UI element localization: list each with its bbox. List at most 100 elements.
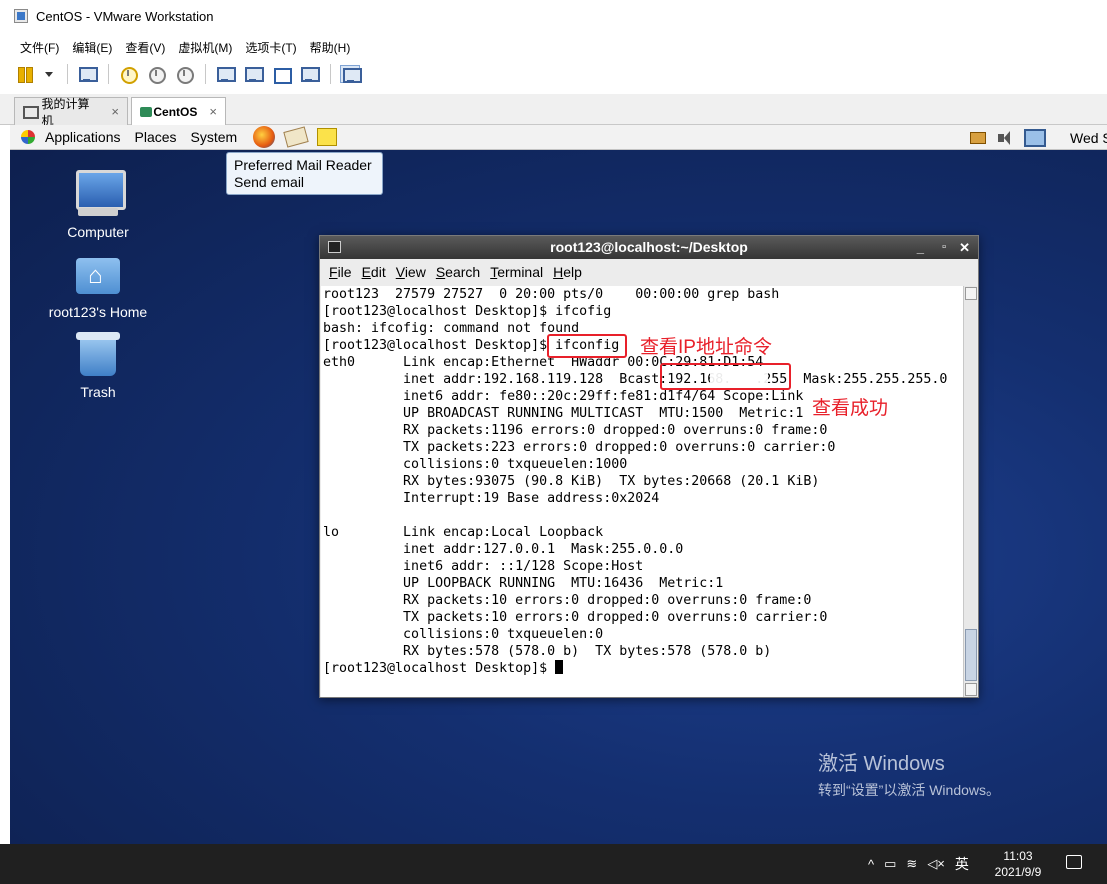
close-icon[interactable]: × xyxy=(111,104,119,119)
menu-tabs[interactable]: 选项卡(T) xyxy=(245,39,296,56)
windows-taskbar: ^ ▭ ≋ ◁× 英 11:03 2021/9/9 xyxy=(0,844,1107,884)
host-window-edge xyxy=(0,212,10,637)
chevron-up-icon[interactable]: ^ xyxy=(868,857,874,872)
menu-file[interactable]: 文件(F) xyxy=(20,39,59,56)
terminal-scrollbar[interactable] xyxy=(963,286,977,697)
close-icon[interactable]: × xyxy=(209,104,217,119)
vm-icon xyxy=(140,106,153,118)
ifconfig-highlight-box xyxy=(547,334,627,358)
menubar: 文件(F) 编辑(E) 查看(V) 虚拟机(M) 选项卡(T) 帮助(H) xyxy=(0,36,1107,58)
revert-snapshot-icon[interactable] xyxy=(146,65,166,84)
pause-icon[interactable] xyxy=(16,65,36,83)
terminal-text: root123 27579 27527 0 20:00 pts/0 00:00:… xyxy=(323,287,948,659)
menu-help[interactable]: 帮助(H) xyxy=(310,39,351,56)
home-folder-icon xyxy=(74,250,122,298)
clock-time: 11:03 xyxy=(1003,849,1033,863)
ime-indicator[interactable]: 英 xyxy=(955,854,969,874)
take-snapshot-icon[interactable] xyxy=(118,65,138,84)
trash-icon xyxy=(74,330,122,378)
guest-desktop[interactable]: Applications Places System Wed S Preferr… xyxy=(10,125,1107,844)
terminal-menubar: File Edit View Search Terminal Help xyxy=(320,259,978,285)
system-tray: ^ ▭ ≋ ◁× 英 xyxy=(868,854,979,874)
terminal-titlebar[interactable]: root123@localhost:~/Desktop _ ▫ ✕ xyxy=(320,236,978,259)
scroll-up-icon[interactable] xyxy=(965,287,977,300)
desktop-icon-trash[interactable]: Trash xyxy=(43,330,153,400)
tab-centos[interactable]: CentOS × xyxy=(131,97,226,125)
wifi-icon[interactable]: ≋ xyxy=(906,856,917,872)
thumbnail-bar-icon[interactable] xyxy=(243,65,264,83)
desktop-icon-home[interactable]: root123's Home xyxy=(43,250,153,320)
toolbar xyxy=(0,60,1107,88)
vm-tabstrip: 我的计算机 × CentOS × xyxy=(0,94,1107,128)
terminal-prompt: [root123@localhost Desktop]$ xyxy=(323,661,556,676)
snapshot-manager-icon[interactable] xyxy=(174,65,194,84)
desktop-icon-label: Computer xyxy=(67,224,129,240)
launcher-tooltip: Preferred Mail Reader Send email xyxy=(226,152,383,195)
volume-icon[interactable] xyxy=(996,129,1016,147)
terminal-menu-edit[interactable]: Edit xyxy=(362,264,386,280)
unity-icon[interactable] xyxy=(299,65,320,83)
gnome-top-panel: Applications Places System Wed S xyxy=(10,125,1107,150)
tab-label: 我的计算机 xyxy=(41,96,90,128)
console-view-icon[interactable] xyxy=(340,65,362,83)
desktop-icon-computer[interactable]: Computer xyxy=(43,170,153,240)
toolbar-divider xyxy=(330,64,331,84)
vmware-logo-icon xyxy=(14,9,28,23)
terminal-icon xyxy=(328,241,341,253)
scroll-down-icon[interactable] xyxy=(965,683,977,696)
show-library-icon[interactable] xyxy=(215,65,236,83)
menu-system[interactable]: System xyxy=(191,129,238,145)
watermark-subtitle: 转到“设置”以激活 Windows。 xyxy=(818,782,1001,798)
minimize-icon[interactable]: _ xyxy=(917,236,924,259)
menu-vm[interactable]: 虚拟机(M) xyxy=(178,39,232,56)
maximize-icon[interactable]: ▫ xyxy=(942,236,946,259)
notification-icon[interactable] xyxy=(1066,855,1082,869)
battery-icon[interactable]: ▭ xyxy=(884,856,896,872)
menu-edit[interactable]: 编辑(E) xyxy=(72,39,112,56)
full-screen-icon[interactable] xyxy=(271,65,292,84)
display-icon[interactable] xyxy=(1024,128,1046,147)
menu-applications[interactable]: Applications xyxy=(45,129,121,145)
taskbar-clock[interactable]: 11:03 2021/9/9 xyxy=(990,848,1046,880)
terminal-cursor xyxy=(555,660,564,674)
toolbar-divider xyxy=(205,64,206,84)
scroll-thumb[interactable] xyxy=(965,629,977,681)
panel-clock[interactable]: Wed S xyxy=(1070,130,1107,146)
toolbar-divider xyxy=(67,64,68,84)
firefox-icon[interactable] xyxy=(253,126,276,148)
terminal-menu-view[interactable]: View xyxy=(396,264,426,280)
tooltip-title: Preferred Mail Reader xyxy=(234,157,372,173)
activate-windows-watermark: 激活 Windows 转到“设置”以激活 Windows。 xyxy=(818,747,1000,800)
network-icon[interactable] xyxy=(968,129,988,147)
gnome-foot-icon xyxy=(18,128,38,146)
terminal-menu-search[interactable]: Search xyxy=(436,264,480,280)
host-window-edge xyxy=(0,700,10,844)
window-titlebar: CentOS - VMware Workstation xyxy=(0,0,1107,32)
bcast-highlight-box xyxy=(660,363,791,390)
speaker-muted-icon[interactable]: ◁× xyxy=(927,856,945,872)
tab-my-computer[interactable]: 我的计算机 × xyxy=(14,97,128,128)
desktop-icon-label: root123's Home xyxy=(48,304,148,320)
menu-places[interactable]: Places xyxy=(135,129,177,145)
text-editor-icon[interactable] xyxy=(317,128,338,146)
terminal-title: root123@localhost:~/Desktop xyxy=(550,239,748,255)
annotation-success: 查看成功 xyxy=(812,398,889,419)
terminal-menu-help[interactable]: Help xyxy=(553,264,582,280)
send-ctrl-alt-del-icon[interactable] xyxy=(77,65,98,83)
annotation-command: 查看IP地址命令 xyxy=(640,337,772,358)
chevron-down-icon[interactable] xyxy=(44,65,54,83)
close-icon[interactable]: ✕ xyxy=(959,236,970,259)
desktop-icon-label: Trash xyxy=(80,384,116,400)
computer-icon xyxy=(23,105,39,119)
watermark-title: 激活 Windows xyxy=(818,753,945,775)
terminal-window[interactable]: root123@localhost:~/Desktop _ ▫ ✕ File E… xyxy=(319,235,979,698)
panel-tray: Wed S xyxy=(968,125,1107,150)
mail-reader-icon[interactable] xyxy=(283,126,309,148)
terminal-menu-terminal[interactable]: Terminal xyxy=(490,264,543,280)
window-title: CentOS - VMware Workstation xyxy=(36,8,214,24)
terminal-menu-file[interactable]: File xyxy=(329,264,352,280)
tab-label: CentOS xyxy=(153,104,198,119)
toolbar-divider xyxy=(108,64,109,84)
menu-view[interactable]: 查看(V) xyxy=(125,39,165,56)
tooltip-subtitle: Send email xyxy=(234,174,305,190)
